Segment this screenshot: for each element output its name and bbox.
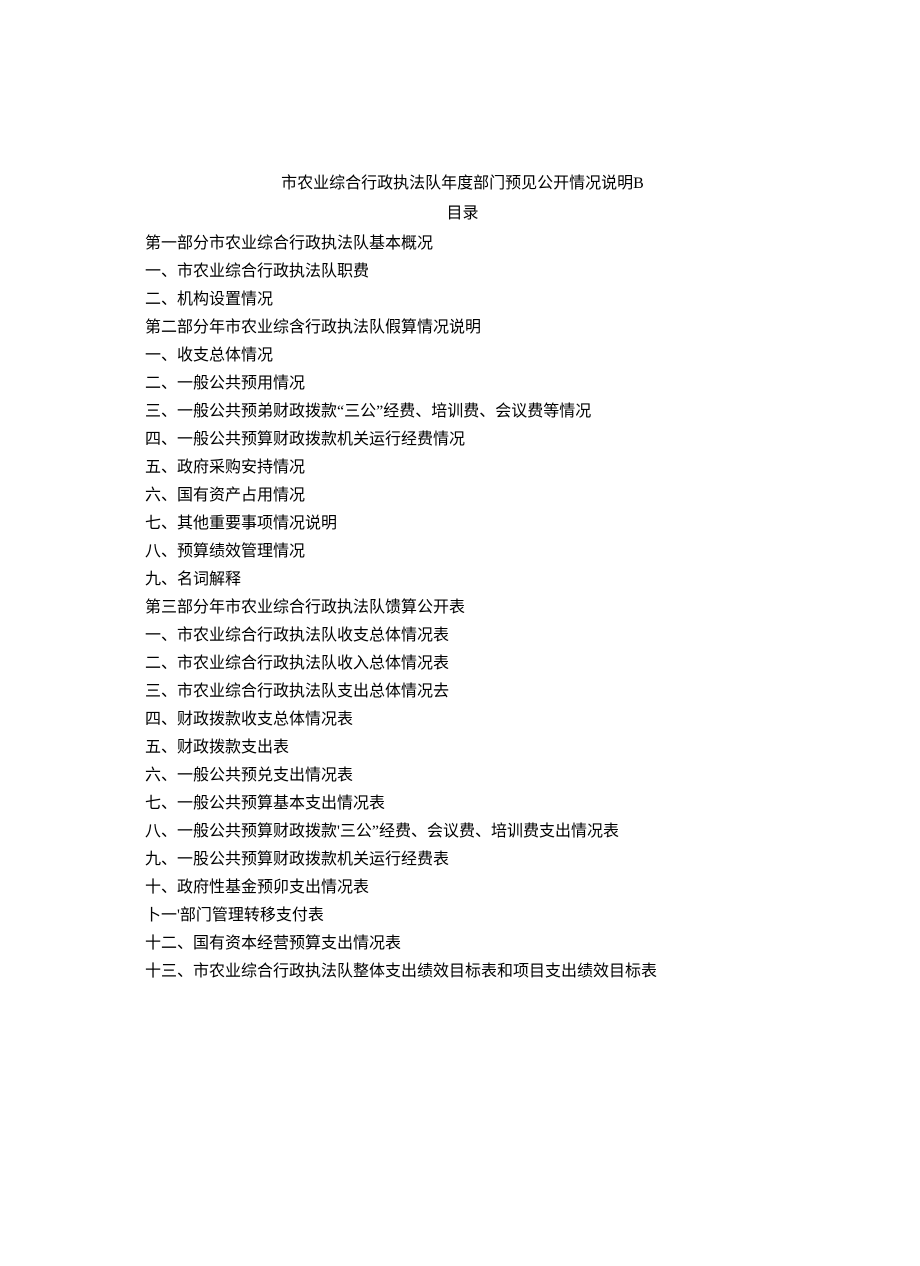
toc-item: 八、一般公共预算财政拨款'三公”经费、会议费、培训费支出情况表 [145,818,780,846]
document-title: 市农业综合行政执法队年度部门预见公开情况说明B [145,170,780,198]
toc-item: 五、政府采购安持情况 [145,454,780,482]
toc-item: 八、预算绩效管理情况 [145,538,780,566]
toc-item: 第一部分市农业综合行政执法队基本概况 [145,230,780,258]
toc-item: 二、机构设置情况 [145,286,780,314]
toc-item: 三、一般公共预弟财政拨款“三公”经费、培训费、会议费等情况 [145,398,780,426]
toc-item: 七、一般公共预算基本支出情况表 [145,790,780,818]
toc-item: 六、国有资产占用情况 [145,482,780,510]
toc-item: 十三、市农业综合行政执法队整体支出绩效目标表和项目支出绩效目标表 [145,958,780,986]
toc-item: 卜一'部门管理转移支付表 [145,902,780,930]
toc-item: 九、名词解释 [145,566,780,594]
toc-item: 六、一般公共预兑支出情况表 [145,762,780,790]
toc-item: 一、市农业综合行政执法队收支总体情况表 [145,622,780,650]
toc-item: 二、一般公共预用情况 [145,370,780,398]
toc-item: 三、市农业综合行政执法队支出总体情况去 [145,678,780,706]
toc-item: 九、一股公共预算财政拨款机关运行经费表 [145,846,780,874]
document-subtitle: 目录 [145,200,780,228]
toc-item: 第二部分年市农业综含行政执法队假算情况说明 [145,314,780,342]
toc-item: 五、财政拨款支出表 [145,734,780,762]
toc-item: 二、市农业综合行政执法队收入总体情况表 [145,650,780,678]
toc-item: 十二、国有资本经营预算支出情况表 [145,930,780,958]
toc-item: 一、收支总体情况 [145,342,780,370]
toc-item: 第三部分年市农业综合行政执法队馈算公开表 [145,594,780,622]
toc-item: 四、一般公共预算财政拨款机关运行经费情况 [145,426,780,454]
toc-item: 四、财政拨款收支总体情况表 [145,706,780,734]
toc-item: 七、其他重要事项情况说明 [145,510,780,538]
toc-item: 十、政府性基金预卯支出情况表 [145,874,780,902]
toc-item: 一、市农业综合行政执法队职费 [145,258,780,286]
